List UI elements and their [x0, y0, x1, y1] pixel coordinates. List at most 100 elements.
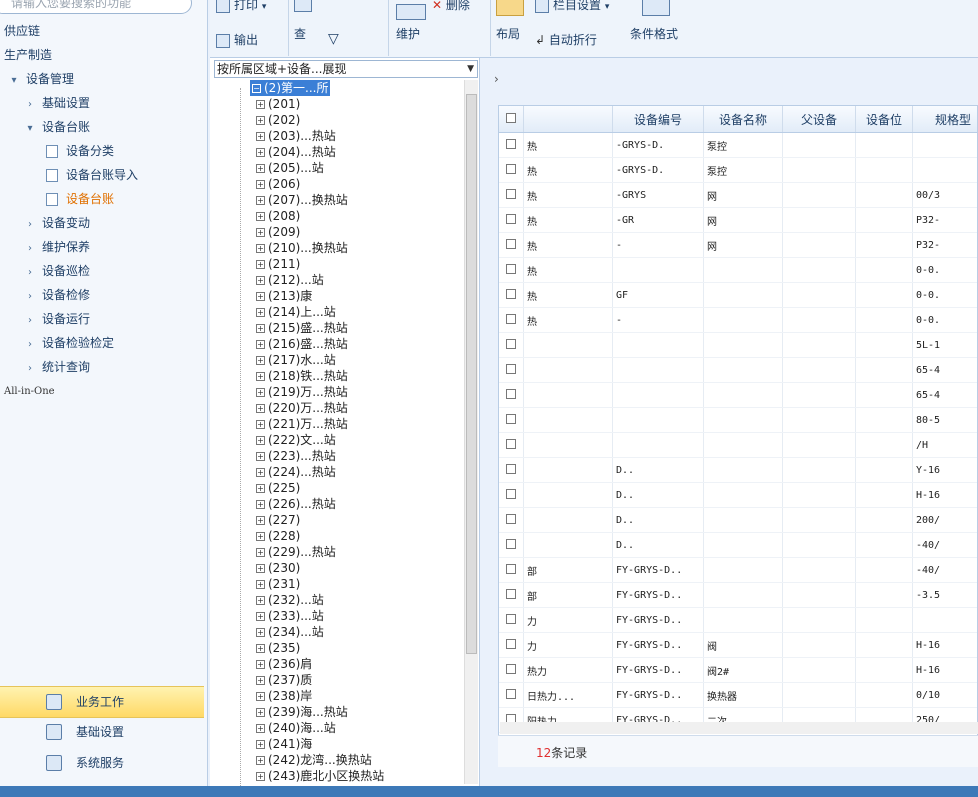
column-header[interactable]: 规格型 — [912, 106, 977, 133]
row-checkbox[interactable] — [506, 438, 516, 449]
expand-icon[interactable]: + — [256, 644, 265, 653]
row-select-cell[interactable] — [499, 182, 524, 208]
tree-node[interactable]: + (219)万...热站 — [256, 384, 348, 400]
expand-icon[interactable]: + — [256, 724, 265, 733]
export-button[interactable]: 输出 — [216, 31, 258, 48]
tree-node[interactable]: + (222)文...站 — [256, 432, 336, 448]
tree-node[interactable]: + (221)万...热站 — [256, 416, 348, 432]
expand-icon[interactable]: + — [256, 484, 265, 493]
row-checkbox[interactable] — [506, 463, 516, 474]
tree-node[interactable]: + (209) — [256, 224, 300, 240]
tree-node[interactable]: + (205)...站 — [256, 160, 324, 176]
sidebar-item[interactable]: › 设备运行 — [24, 308, 90, 330]
expand-icon[interactable]: + — [256, 276, 265, 285]
chevron-right-icon[interactable]: › — [24, 214, 36, 236]
row-checkbox[interactable] — [506, 313, 516, 324]
bottom-nav-item[interactable]: 系统服务 — [0, 748, 204, 778]
tree-node[interactable]: + (227) — [256, 512, 300, 528]
expand-icon[interactable]: + — [256, 676, 265, 685]
row-checkbox[interactable] — [506, 238, 516, 249]
expand-icon[interactable]: + — [256, 292, 265, 301]
table-row[interactable]: 热 GF 0-0. — [499, 282, 977, 308]
row-select-cell[interactable] — [499, 657, 524, 683]
tree-node[interactable]: + (224)...热站 — [256, 464, 336, 480]
table-row[interactable]: D.. -40/ — [499, 532, 977, 558]
row-select-cell[interactable] — [499, 132, 524, 158]
expand-icon[interactable]: + — [256, 420, 265, 429]
tree-node[interactable]: + (240)海...站 — [256, 720, 336, 736]
tree-node[interactable]: + (223)...热站 — [256, 448, 336, 464]
sidebar-item[interactable]: › 维护保养 — [24, 236, 90, 258]
row-select-cell[interactable] — [499, 232, 524, 258]
expand-icon[interactable]: + — [256, 692, 265, 701]
tree-node[interactable]: + (233)...站 — [256, 608, 324, 624]
column-header[interactable]: 设备位 — [855, 106, 913, 133]
expand-icon[interactable]: + — [256, 228, 265, 237]
sidebar-item[interactable]: › 设备检修 — [24, 284, 90, 306]
expand-icon[interactable]: + — [256, 356, 265, 365]
expand-icon[interactable]: + — [256, 148, 265, 157]
expand-icon[interactable]: + — [256, 756, 265, 765]
table-row[interactable]: 5L-1 — [499, 332, 977, 358]
tree-node[interactable]: + (212)...站 — [256, 272, 324, 288]
row-checkbox[interactable] — [506, 288, 516, 299]
table-row[interactable]: 热 - 0-0. — [499, 307, 977, 333]
sidebar-item[interactable]: ▾ 设备台账 — [24, 116, 90, 138]
maintain-button[interactable]: 维护 — [396, 25, 420, 42]
sidebar-item[interactable]: ▾ 设备管理 — [8, 68, 74, 90]
table-row[interactable]: 65-4 — [499, 382, 977, 408]
table-row[interactable]: 日热力... FY-GRYS-D.. 换热器 0/10 — [499, 682, 977, 708]
auto-wrap-button[interactable]: ↲ 自动折行 — [535, 31, 597, 48]
expand-icon[interactable]: + — [256, 452, 265, 461]
query-icon[interactable] — [294, 0, 316, 12]
expand-icon[interactable]: + — [256, 564, 265, 573]
tree-filter-select[interactable]: 按所属区域+设备...展现 ▼ — [214, 60, 478, 78]
column-header[interactable]: 设备编号 — [612, 106, 704, 133]
expand-icon[interactable]: + — [256, 740, 265, 749]
sidebar-item[interactable]: 设备分类 — [46, 140, 114, 162]
tree-node[interactable]: + (208) — [256, 208, 300, 224]
tree-node[interactable]: + (203)...热站 — [256, 128, 336, 144]
row-select-cell[interactable] — [499, 257, 524, 283]
table-row[interactable]: D.. Y-16 — [499, 457, 977, 483]
row-checkbox[interactable] — [506, 663, 516, 674]
tree-node[interactable]: + (236)肩 — [256, 656, 312, 672]
table-row[interactable]: D.. H-16 — [499, 482, 977, 508]
chevron-right-icon[interactable]: › — [24, 238, 36, 260]
row-select-cell[interactable] — [499, 607, 524, 633]
expand-icon[interactable]: + — [256, 340, 265, 349]
tree-node[interactable]: + (228) — [256, 528, 300, 544]
table-row[interactable]: 热 -GRYS-D. 泵控 — [499, 157, 977, 183]
expand-icon[interactable]: + — [256, 260, 265, 269]
tree-node[interactable]: + (229)...热站 — [256, 544, 336, 560]
row-select-cell[interactable] — [499, 482, 524, 508]
tree-node[interactable]: + (237)质 — [256, 672, 312, 688]
expand-icon[interactable]: + — [256, 612, 265, 621]
table-row[interactable]: 力 FY-GRYS-D.. — [499, 607, 977, 633]
bottom-nav-item[interactable]: 基础设置 — [0, 717, 204, 747]
tree-node[interactable]: + (201) — [256, 96, 300, 112]
tree-node[interactable]: + (235) — [256, 640, 300, 656]
expand-icon[interactable]: + — [256, 772, 265, 781]
table-row[interactable]: 力 FY-GRYS-D.. 阀 H-16 — [499, 632, 977, 658]
chevron-right-icon[interactable]: › — [24, 262, 36, 284]
expand-icon[interactable]: + — [256, 596, 265, 605]
print-button[interactable]: 打印 ▾ — [216, 0, 266, 13]
column-header[interactable]: 父设备 — [782, 106, 856, 133]
row-select-cell[interactable] — [499, 557, 524, 583]
search-input[interactable]: 请输入您要搜索的功能 — [0, 0, 192, 14]
sidebar-item[interactable]: 设备台账导入 — [46, 164, 138, 186]
expand-icon[interactable]: + — [256, 212, 265, 221]
layout-button[interactable]: 布局 — [496, 25, 520, 42]
collapse-icon[interactable]: − — [252, 84, 261, 93]
expand-icon[interactable]: + — [256, 324, 265, 333]
row-select-cell[interactable] — [499, 682, 524, 708]
tree-node[interactable]: + (206) — [256, 176, 300, 192]
row-checkbox[interactable] — [506, 613, 516, 624]
expand-icon[interactable]: + — [256, 100, 265, 109]
chevron-down-icon[interactable]: ▾ — [8, 70, 20, 92]
sidebar-item[interactable]: › 设备变动 — [24, 212, 90, 234]
expand-icon[interactable]: + — [256, 548, 265, 557]
tree-node[interactable]: + (232)...站 — [256, 592, 324, 608]
row-checkbox[interactable] — [506, 488, 516, 499]
